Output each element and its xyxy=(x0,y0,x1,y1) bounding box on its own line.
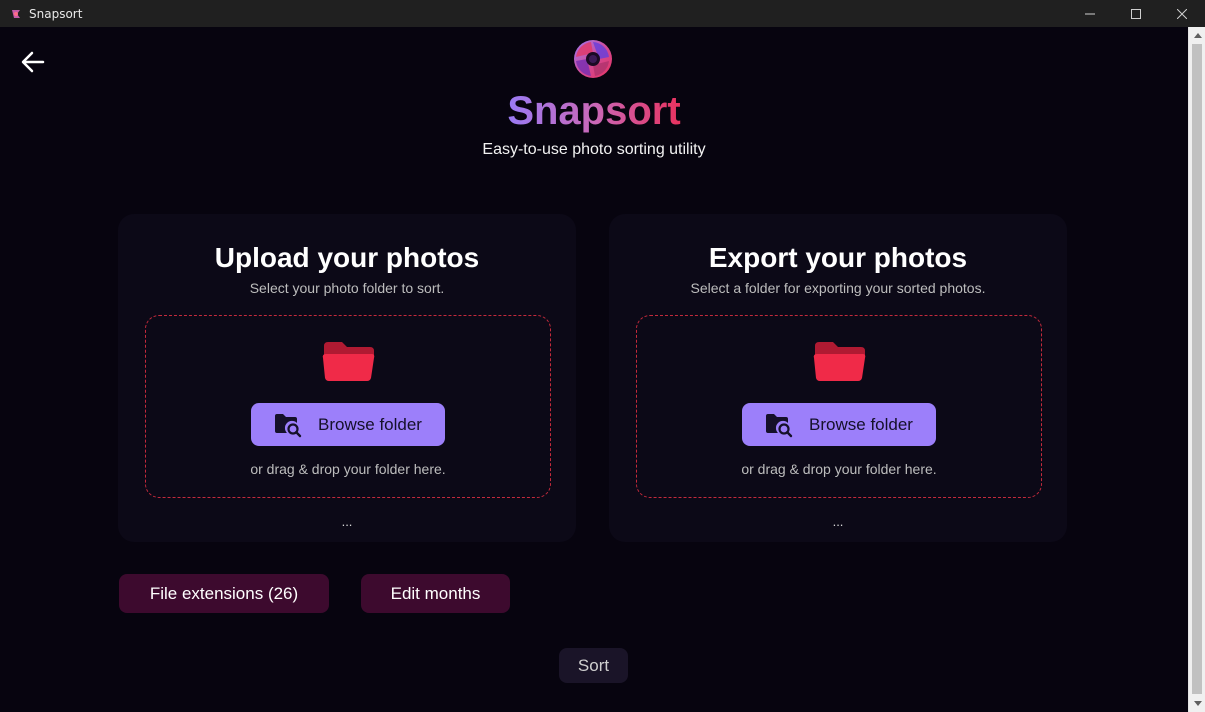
upload-subtitle: Select your photo folder to sort. xyxy=(249,280,445,296)
upload-card: Upload your photos Select your photo fol… xyxy=(118,214,576,542)
upload-dropzone[interactable]: Browse folder or drag & drop your folder… xyxy=(145,315,551,498)
file-extensions-button[interactable]: File extensions (26) xyxy=(119,574,329,613)
window-title: Snapsort xyxy=(29,6,83,21)
export-card: Export your photos Select a folder for e… xyxy=(609,214,1067,542)
back-button[interactable] xyxy=(18,47,48,77)
folder-search-icon xyxy=(274,412,302,438)
upload-browse-button[interactable]: Browse folder xyxy=(251,403,445,446)
app-logo xyxy=(571,37,615,81)
upload-title: Upload your photos xyxy=(214,242,480,273)
minimize-button[interactable] xyxy=(1067,0,1113,27)
close-button[interactable] xyxy=(1159,0,1205,27)
export-browse-label: Browse folder xyxy=(809,414,913,434)
vertical-scrollbar[interactable] xyxy=(1188,27,1205,712)
folder-search-icon xyxy=(765,412,793,438)
chevron-up-icon xyxy=(1193,33,1202,38)
edit-months-button[interactable]: Edit months xyxy=(361,574,510,613)
export-subtitle: Select a folder for exporting your sorte… xyxy=(690,280,986,296)
main-content: Snapsort Easy-to-use photo sorting utili… xyxy=(0,27,1188,712)
scroll-up-button[interactable] xyxy=(1189,27,1205,44)
folder-icon xyxy=(322,340,376,382)
scroll-thumb[interactable] xyxy=(1192,44,1202,694)
minimize-icon xyxy=(1085,13,1095,14)
export-selected-path: ... xyxy=(832,514,844,529)
export-browse-button[interactable]: Browse folder xyxy=(742,403,936,446)
window-controls xyxy=(1067,0,1205,27)
title-bar: Snapsort xyxy=(0,0,1205,27)
upload-drag-hint: or drag & drop your folder here. xyxy=(250,461,446,477)
chevron-down-icon xyxy=(1193,701,1202,706)
maximize-icon xyxy=(1131,8,1141,19)
app-icon xyxy=(8,6,24,22)
app-title: Snapsort xyxy=(0,89,1188,134)
upload-selected-path: ... xyxy=(341,514,353,529)
export-title: Export your photos xyxy=(708,242,968,273)
app-window: Snapsort Snapsort Easy-to-use photo sort… xyxy=(0,0,1205,712)
export-drag-hint: or drag & drop your folder here. xyxy=(741,461,937,477)
close-icon xyxy=(1177,8,1187,19)
app-tagline: Easy-to-use photo sorting utility xyxy=(482,141,706,158)
folder-icon xyxy=(813,340,867,382)
scroll-down-button[interactable] xyxy=(1189,695,1205,712)
export-dropzone[interactable]: Browse folder or drag & drop your folder… xyxy=(636,315,1042,498)
sort-button[interactable]: Sort xyxy=(559,648,628,683)
arrow-left-icon xyxy=(21,51,45,73)
upload-browse-label: Browse folder xyxy=(318,414,422,434)
app-title-text: Snapsort xyxy=(507,89,681,133)
maximize-button[interactable] xyxy=(1113,0,1159,27)
